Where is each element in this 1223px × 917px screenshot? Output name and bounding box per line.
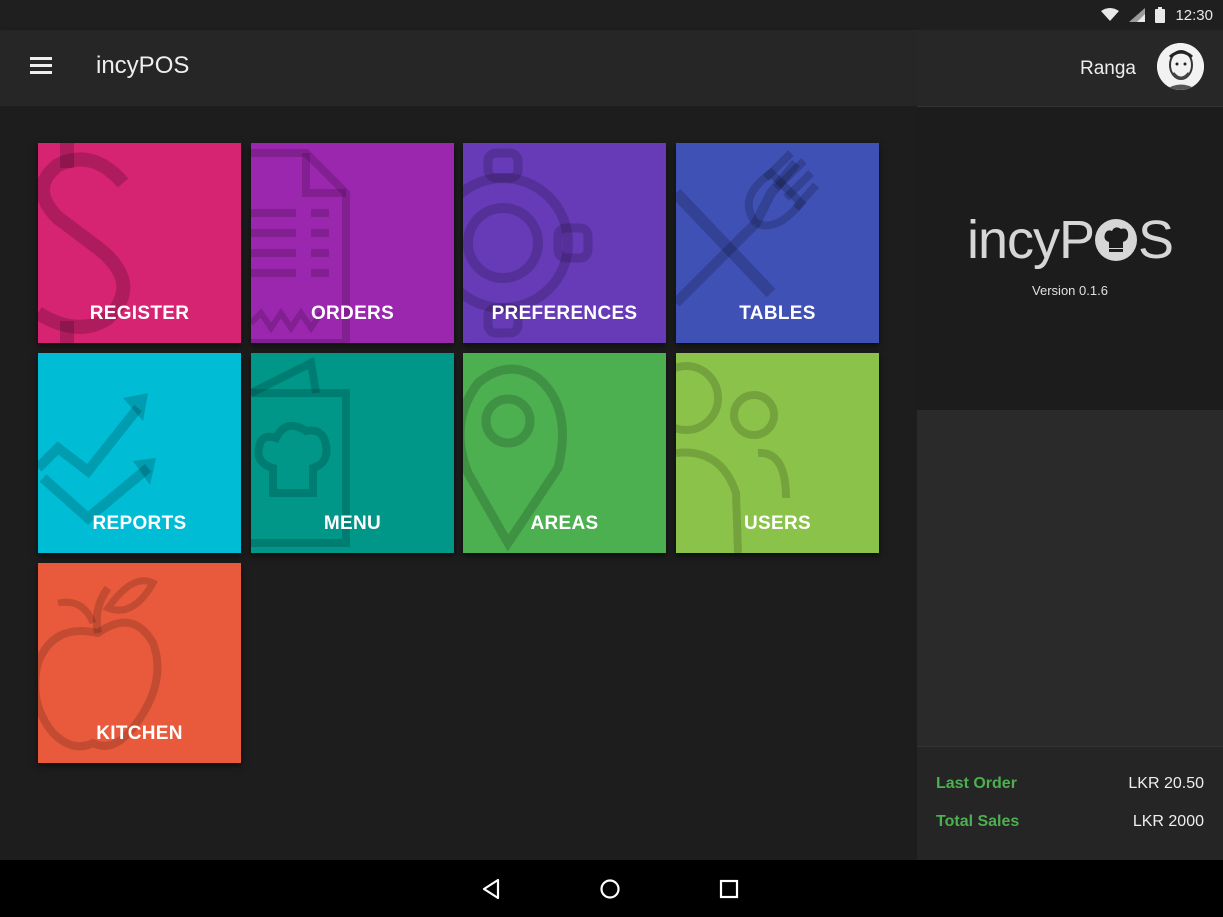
tile-label: AREAS bbox=[530, 513, 599, 534]
home-icon[interactable] bbox=[596, 875, 624, 903]
tile-label: PREFERENCES bbox=[491, 303, 638, 324]
tile-register[interactable]: REGISTER bbox=[38, 143, 241, 343]
stat-value: LKR 2000 bbox=[1132, 813, 1204, 830]
stat-total-sales: Total Sales LKR 2000 bbox=[936, 813, 1204, 835]
tile-label: KITCHEN bbox=[96, 723, 183, 744]
logo-text-left: incyP bbox=[966, 210, 1095, 270]
stat-label: Last Order bbox=[936, 775, 1017, 792]
app-logo: incyP S bbox=[917, 209, 1223, 271]
app-title: incyPOS bbox=[96, 52, 190, 79]
tile-reports[interactable]: REPORTS bbox=[38, 353, 241, 553]
tile-label: ORDERS bbox=[310, 303, 395, 324]
tile-tables[interactable]: TABLES bbox=[676, 143, 879, 343]
sidebar: Ranga incyP S Version 0.1.6 Last Order LK… bbox=[917, 30, 1223, 861]
stat-label: Total Sales bbox=[936, 813, 1020, 830]
tile-label: REGISTER bbox=[89, 303, 190, 324]
logo-text-right: S bbox=[1138, 210, 1174, 270]
tile-label: USERS bbox=[744, 513, 811, 534]
system-nav-bar bbox=[0, 860, 1223, 917]
tile-users[interactable]: USERS bbox=[676, 353, 879, 553]
recents-icon[interactable] bbox=[715, 875, 743, 903]
logo-panel: incyP S Version 0.1.6 bbox=[917, 107, 1223, 410]
tile-menu[interactable]: MENU bbox=[251, 353, 454, 553]
status-bar: 12:30 bbox=[0, 0, 1223, 30]
stat-value: LKR 20.50 bbox=[1128, 775, 1204, 792]
tile-orders[interactable]: ORDERS bbox=[251, 143, 454, 343]
stat-last-order: Last Order LKR 20.50 bbox=[936, 775, 1204, 797]
tile-preferences[interactable]: PREFERENCES bbox=[463, 143, 666, 343]
battery-icon bbox=[1155, 7, 1166, 23]
version-label: Version 0.1.6 bbox=[1032, 283, 1108, 298]
chef-hat-icon bbox=[1095, 219, 1137, 261]
hamburger-menu-icon[interactable] bbox=[30, 57, 54, 77]
tile-label: TABLES bbox=[739, 303, 816, 324]
status-icons: 12:30 bbox=[1101, 5, 1213, 25]
tile-label: MENU bbox=[323, 513, 382, 534]
avatar[interactable] bbox=[1157, 43, 1204, 90]
status-time: 12:30 bbox=[1175, 6, 1213, 24]
user-name: Ranga bbox=[1080, 58, 1136, 79]
signal-icon bbox=[1129, 8, 1146, 22]
back-icon[interactable] bbox=[478, 875, 506, 903]
tile-areas[interactable]: AREAS bbox=[463, 353, 666, 553]
dashboard-grid: REGISTER ORDERS PREFERENCES TABLES REPOR… bbox=[0, 106, 917, 860]
sales-stats: Last Order LKR 20.50 Total Sales LKR 200… bbox=[917, 746, 1223, 861]
wifi-icon bbox=[1101, 8, 1120, 21]
tile-kitchen[interactable]: KITCHEN bbox=[38, 563, 241, 763]
tile-label: REPORTS bbox=[92, 513, 187, 534]
app-bar: incyPOS bbox=[0, 30, 917, 106]
user-header: Ranga bbox=[917, 30, 1223, 107]
